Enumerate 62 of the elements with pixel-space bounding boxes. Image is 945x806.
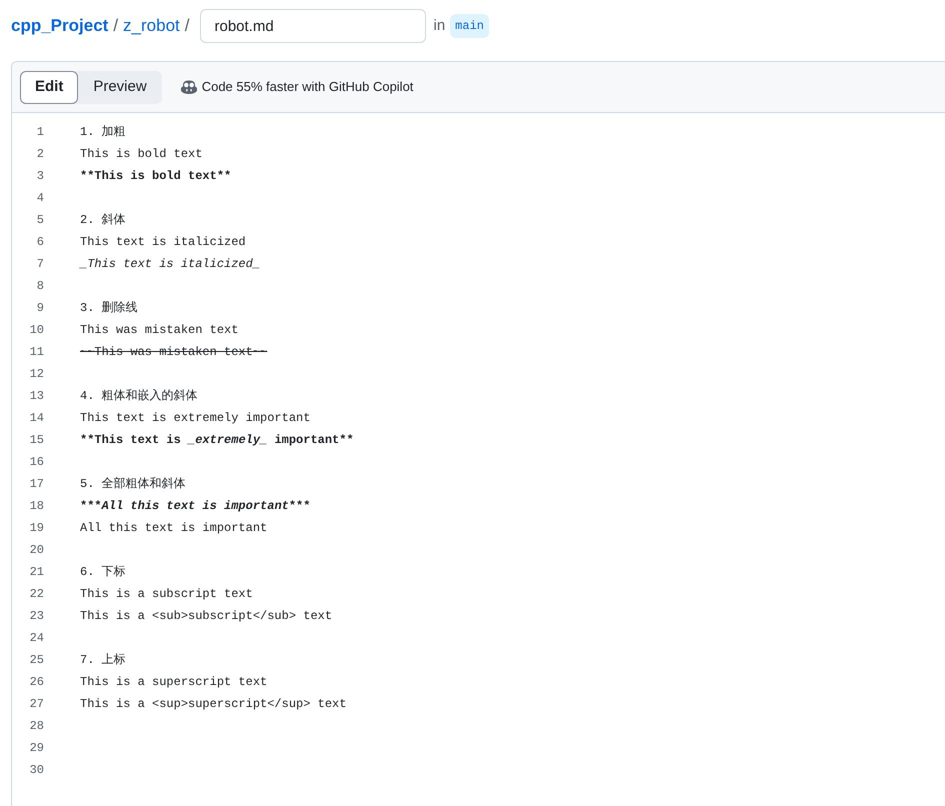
line-number: 19 xyxy=(28,520,44,537)
code-line: **This is bold text** xyxy=(80,168,232,185)
code-line: This text is italicized xyxy=(80,234,246,251)
code-line: 2. 斜体 xyxy=(80,212,126,229)
code-line: This was mistaken text xyxy=(80,322,238,339)
line-number: 3 xyxy=(36,168,44,185)
line-number: 2 xyxy=(36,146,44,163)
line-number: 7 xyxy=(36,256,44,273)
line-number: 22 xyxy=(28,586,44,603)
line-number: 27 xyxy=(28,696,44,713)
line-number: 25 xyxy=(28,652,44,669)
line-number: 17 xyxy=(28,476,44,493)
code-line: **This text is _extremely_ important** xyxy=(80,432,354,449)
line-number: 26 xyxy=(28,674,44,691)
code-line: 1. 加粗 xyxy=(80,124,126,141)
promo-text: Code 55% faster with GitHub Copilot xyxy=(202,78,414,96)
code-line: This is a superscript text xyxy=(80,674,268,691)
line-number: 29 xyxy=(28,740,44,757)
code-line: 5. 全部粗体和斜体 xyxy=(80,476,186,493)
path-separator: / xyxy=(184,15,190,38)
line-number: 1 xyxy=(36,124,44,141)
line-number: 18 xyxy=(28,498,44,515)
code-line: This is bold text xyxy=(80,146,202,163)
path-separator: / xyxy=(113,15,118,38)
code-line: ***All this text is important*** xyxy=(80,498,310,515)
code-line: All this text is important xyxy=(80,520,268,537)
line-number: 23 xyxy=(28,608,44,625)
code-line: This is a <sub>subscript</sub> text xyxy=(80,608,332,625)
code-line: This is a <sup>superscript</sup> text xyxy=(80,696,346,713)
folder-link[interactable]: z_robot xyxy=(123,13,180,39)
line-number: 24 xyxy=(28,630,44,647)
code-line: 6. 下标 xyxy=(80,564,126,581)
line-number: 10 xyxy=(28,322,44,339)
mode-tab[interactable]: Preview xyxy=(78,70,162,104)
line-number: 9 xyxy=(36,300,44,317)
code-line: ~~This was mistaken text~~ xyxy=(80,344,268,361)
line-number: 21 xyxy=(28,564,44,581)
code-line: 3. 删除线 xyxy=(80,300,138,317)
code-line: _This text is italicized_ xyxy=(80,256,260,273)
line-number: 20 xyxy=(28,542,44,559)
line-number: 4 xyxy=(36,190,44,207)
line-number: 8 xyxy=(36,278,44,295)
copilot-icon xyxy=(180,79,198,95)
line-number: 28 xyxy=(28,718,44,735)
line-number: 11 xyxy=(28,344,44,361)
mode-tab[interactable]: Edit xyxy=(20,70,78,104)
line-number: 13 xyxy=(28,388,44,405)
line-number: 14 xyxy=(28,410,44,427)
line-number: 16 xyxy=(28,454,44,471)
line-number: 5 xyxy=(36,212,44,229)
repo-link[interactable]: cpp_Project xyxy=(11,13,108,39)
line-number: 15 xyxy=(28,432,44,449)
line-number: 30 xyxy=(28,762,44,779)
code-line: This text is extremely important xyxy=(80,410,310,427)
line-number: 6 xyxy=(36,234,44,251)
branch-prefix: in xyxy=(433,16,446,36)
code-line: 7. 上标 xyxy=(80,652,126,669)
branch-badge[interactable]: main xyxy=(450,14,489,38)
code-line: 4. 粗体和嵌入的斜体 xyxy=(80,388,198,405)
code-line: This is a subscript text xyxy=(80,586,253,603)
filename-field[interactable]: robot.md xyxy=(200,9,426,43)
line-number: 12 xyxy=(28,366,44,383)
